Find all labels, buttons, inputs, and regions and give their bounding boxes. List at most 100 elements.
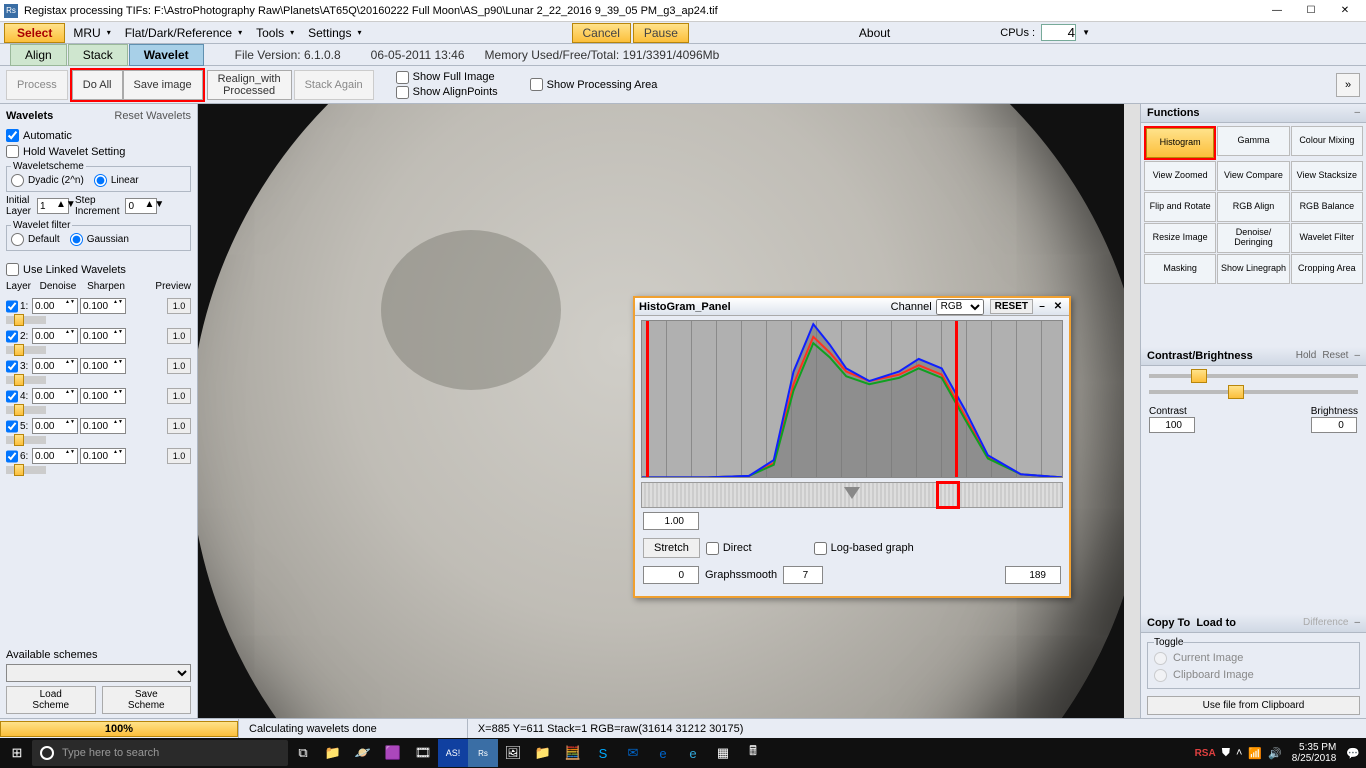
- vertical-scrollbar[interactable]: [1124, 104, 1140, 718]
- denoise-input[interactable]: 0.00▲▼: [32, 388, 78, 404]
- notifications-icon[interactable]: 💬: [1346, 747, 1360, 760]
- denoise-input[interactable]: 0.00▲▼: [32, 418, 78, 434]
- graphsmooth-left-input[interactable]: 0: [643, 566, 699, 584]
- contrast-input[interactable]: 100: [1149, 417, 1195, 433]
- use-linked-wavelets-check[interactable]: Use Linked Wavelets: [6, 263, 191, 276]
- gaussian-filter-radio[interactable]: Gaussian: [70, 233, 129, 246]
- taskbar-search[interactable]: Type here to search: [32, 740, 288, 766]
- use-file-clipboard-button[interactable]: Use file from Clipboard: [1147, 696, 1360, 715]
- wifi-icon[interactable]: 📶: [1248, 747, 1262, 760]
- taskbar-ie-icon[interactable]: e: [678, 739, 708, 767]
- layer-slider[interactable]: [6, 346, 46, 354]
- taskbar-app-icon[interactable]: 🟪: [378, 739, 408, 767]
- layer-preview-button[interactable]: 1.0: [167, 418, 191, 434]
- function-rgb-align[interactable]: RGB Align: [1217, 192, 1289, 222]
- show-processing-area-check[interactable]: Show Processing Area: [530, 78, 658, 91]
- denoise-input[interactable]: 0.00▲▼: [32, 328, 78, 344]
- tab-stack[interactable]: Stack: [68, 44, 128, 66]
- taskbar-clock[interactable]: 5:35 PM8/25/2018: [1288, 742, 1341, 764]
- histogram-left-clip[interactable]: [646, 321, 649, 477]
- histogram-right-clip[interactable]: [955, 321, 958, 477]
- do-all-button[interactable]: Do All: [72, 70, 123, 100]
- taskbar-app-icon[interactable]: 🧮: [558, 739, 588, 767]
- more-icon[interactable]: »: [1336, 73, 1360, 97]
- histogram-right-input[interactable]: 189: [1005, 566, 1061, 584]
- cb-hold-button[interactable]: Hold: [1296, 350, 1317, 362]
- layer-preview-button[interactable]: 1.0: [167, 358, 191, 374]
- volume-icon[interactable]: 🔊: [1268, 747, 1282, 760]
- layer-preview-button[interactable]: 1.0: [167, 298, 191, 314]
- hold-wavelet-check[interactable]: Hold Wavelet Setting: [6, 145, 191, 158]
- layer-enable-check[interactable]: [6, 450, 18, 463]
- sharpen-input[interactable]: 0.100▲▼: [80, 328, 126, 344]
- tab-wavelet[interactable]: Wavelet: [129, 44, 204, 66]
- sharpen-input[interactable]: 0.100▲▼: [80, 418, 126, 434]
- layer-enable-check[interactable]: [6, 330, 18, 343]
- default-filter-radio[interactable]: Default: [11, 233, 60, 246]
- save-image-button[interactable]: Save image: [123, 70, 203, 100]
- cancel-button[interactable]: Cancel: [572, 23, 631, 43]
- stack-again-button[interactable]: Stack Again: [294, 70, 374, 100]
- contrast-slider[interactable]: [1149, 374, 1358, 378]
- layer-enable-check[interactable]: [6, 360, 18, 373]
- denoise-input[interactable]: 0.00▲▼: [32, 448, 78, 464]
- function-view-compare[interactable]: View Compare: [1217, 161, 1289, 191]
- load-to-title[interactable]: Load to: [1196, 617, 1236, 629]
- schemes-select[interactable]: [6, 664, 191, 682]
- tab-align[interactable]: Align: [10, 44, 67, 66]
- panel-minimize-icon[interactable]: –: [1354, 350, 1360, 362]
- pause-button[interactable]: Pause: [633, 23, 689, 43]
- layer-slider[interactable]: [6, 406, 46, 414]
- current-image-radio[interactable]: Current Image: [1154, 652, 1353, 665]
- show-full-image-check[interactable]: Show Full Image: [396, 71, 498, 84]
- mru-menu[interactable]: MRU: [67, 24, 116, 42]
- taskbar-app-icon[interactable]: 🎞: [408, 739, 438, 767]
- denoise-input[interactable]: 0.00▲▼: [32, 358, 78, 374]
- rsa-tray-icon[interactable]: RSA: [1195, 748, 1216, 759]
- tools-menu[interactable]: Tools: [250, 24, 300, 42]
- cb-reset-button[interactable]: Reset: [1322, 350, 1348, 362]
- tray-up-icon[interactable]: ˄: [1236, 747, 1242, 759]
- layer-slider[interactable]: [6, 436, 46, 444]
- panel-minimize-icon[interactable]: –: [1354, 617, 1360, 629]
- sharpen-input[interactable]: 0.100▲▼: [80, 388, 126, 404]
- reset-wavelets-button[interactable]: Reset Wavelets: [114, 110, 191, 122]
- function-masking[interactable]: Masking: [1144, 254, 1216, 284]
- channel-select[interactable]: RGB: [936, 299, 984, 315]
- histogram-reset-button[interactable]: RESET: [990, 299, 1033, 314]
- copy-to-title[interactable]: Copy To: [1147, 617, 1190, 629]
- layer-preview-button[interactable]: 1.0: [167, 448, 191, 464]
- select-button[interactable]: Select: [4, 23, 65, 43]
- taskbar-skype-icon[interactable]: S: [588, 739, 618, 767]
- direct-check[interactable]: Direct: [706, 542, 752, 555]
- log-graph-check[interactable]: Log-based graph: [814, 542, 914, 555]
- minimize-button[interactable]: —: [1260, 1, 1294, 21]
- linear-radio[interactable]: Linear: [94, 174, 139, 187]
- sharpen-input[interactable]: 0.100▲▼: [80, 358, 126, 374]
- realign-button[interactable]: Realign_with Processed: [207, 70, 292, 100]
- stretch-button[interactable]: Stretch: [643, 538, 700, 558]
- start-button[interactable]: ⊞: [2, 739, 32, 767]
- function-histogram[interactable]: Histogram: [1146, 128, 1214, 158]
- automatic-check[interactable]: Automatic: [6, 129, 191, 142]
- histogram-graph[interactable]: [641, 320, 1063, 478]
- function-rgb-balance[interactable]: RGB Balance: [1291, 192, 1363, 222]
- graphsmooth-value-input[interactable]: 7: [783, 566, 823, 584]
- settings-menu[interactable]: Settings: [302, 24, 367, 42]
- taskbar-edge-icon[interactable]: e: [648, 739, 678, 767]
- flat-dark-menu[interactable]: Flat/Dark/Reference: [119, 24, 248, 42]
- layer-enable-check[interactable]: [6, 300, 18, 313]
- function-resize-image[interactable]: Resize Image: [1144, 223, 1216, 253]
- function-view-stacksize[interactable]: View Stacksize: [1291, 161, 1363, 191]
- denoise-input[interactable]: 0.00▲▼: [32, 298, 78, 314]
- initial-layer-input[interactable]: 1▲▼: [37, 198, 69, 214]
- sharpen-input[interactable]: 0.100▲▼: [80, 298, 126, 314]
- about-menu[interactable]: About: [853, 24, 896, 42]
- cpus-input[interactable]: [1041, 24, 1076, 41]
- histogram-panel[interactable]: HistoGram_Panel Channel RGB RESET – ✕ 1.…: [633, 296, 1071, 598]
- function-view-zoomed[interactable]: View Zoomed: [1144, 161, 1216, 191]
- function-gamma[interactable]: Gamma: [1217, 126, 1289, 156]
- tray-icon[interactable]: ⛊: [1222, 747, 1230, 760]
- taskbar-app-icon[interactable]: ▦: [708, 739, 738, 767]
- brightness-slider[interactable]: [1149, 390, 1358, 394]
